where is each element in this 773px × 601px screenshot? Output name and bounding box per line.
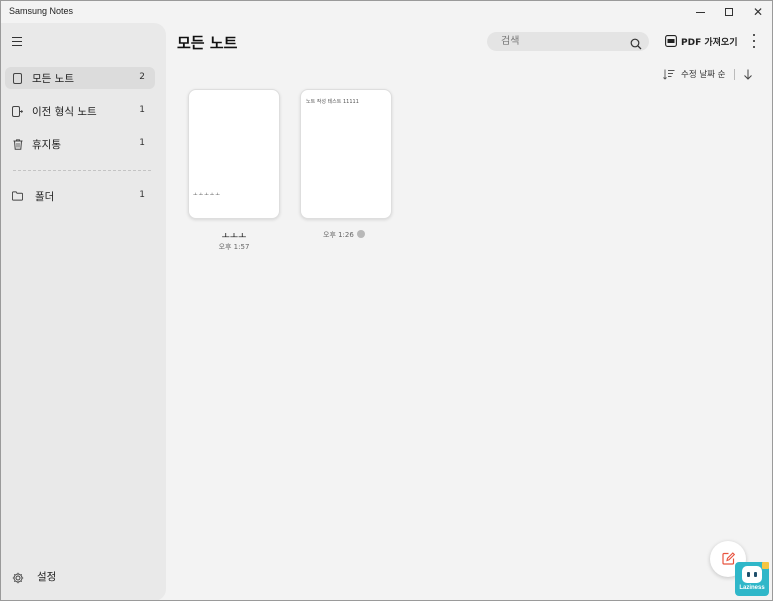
pdf-import-button[interactable]: PDF 가져오기 — [665, 34, 737, 49]
note-icon — [12, 72, 23, 84]
sort-option-label[interactable]: 수정 날짜 순 — [681, 68, 726, 80]
sidebar-item-label: 모든 노트 — [32, 73, 74, 85]
folder-icon — [12, 190, 23, 202]
sidebar-item-count: 1 — [139, 105, 145, 115]
pdf-icon — [665, 32, 677, 51]
app-window: Samsung Notes ✕ 모든 노트 2 이전 형식 노트 1 휴지통 1… — [0, 0, 773, 601]
sort-separator — [733, 68, 735, 80]
note-title: ㅗㅗㅗ — [221, 232, 247, 242]
app-title: Samsung Notes — [9, 6, 74, 16]
sort-icon[interactable] — [663, 65, 675, 84]
hamburger-icon[interactable] — [12, 37, 22, 46]
sidebar-item-label: 폴더 — [35, 191, 55, 203]
sidebar-item-all-notes[interactable]: 모든 노트 2 — [5, 67, 155, 89]
note-preview: 노트 작성 테스트 11111 — [306, 99, 359, 105]
edit-icon — [721, 550, 735, 569]
settings-button[interactable]: 설정 — [5, 565, 155, 587]
search-input[interactable] — [501, 34, 621, 49]
search-icon[interactable] — [630, 35, 642, 54]
note-preview: ㅗㅗㅗㅗㅗ — [193, 192, 222, 198]
star-icon — [762, 562, 769, 569]
sidebar-item-label: 휴지통 — [32, 139, 61, 151]
sidebar-item-count: 1 — [139, 190, 145, 200]
sidebar-item-count: 2 — [139, 72, 145, 82]
note-time: 오후 1:26 — [323, 231, 354, 239]
note-card[interactable]: ㅗㅗㅗㅗㅗ — [188, 89, 280, 219]
minimize-icon — [695, 11, 705, 13]
search-box — [487, 32, 649, 51]
close-button[interactable]: ✕ — [743, 1, 772, 23]
gear-icon — [12, 569, 24, 588]
sidebar-item-count: 1 — [139, 138, 145, 148]
sidebar-item-folder[interactable]: 폴더 1 — [5, 185, 155, 207]
laziness-badge: Laziness — [735, 562, 769, 596]
sidebar-item-legacy-notes[interactable]: 이전 형식 노트 1 — [5, 100, 155, 122]
note-time: 오후 1:57 — [218, 243, 250, 251]
arrow-down-icon[interactable] — [743, 65, 753, 84]
sidebar-item-trash[interactable]: 휴지통 1 — [5, 133, 155, 155]
trash-icon — [12, 138, 23, 150]
more-vertical-icon[interactable] — [749, 34, 759, 48]
note-card[interactable]: 노트 작성 테스트 11111 — [300, 89, 392, 219]
badge-label: Laziness — [739, 585, 765, 591]
maximize-button[interactable] — [714, 1, 744, 23]
sort-bar: 수정 날짜 순 — [663, 67, 753, 81]
close-icon: ✕ — [752, 5, 764, 19]
legacy-note-icon — [12, 105, 23, 117]
settings-label: 설정 — [37, 571, 57, 583]
maximize-icon — [725, 8, 733, 16]
sidebar: 모든 노트 2 이전 형식 노트 1 휴지통 1 폴더 1 설정 — [1, 23, 166, 600]
pdf-import-label: PDF 가져오기 — [681, 38, 738, 48]
sidebar-item-label: 이전 형식 노트 — [32, 106, 97, 118]
title-bar: Samsung Notes ✕ — [1, 1, 772, 23]
page-title: 모든 노트 — [177, 34, 238, 52]
sync-status-dot — [357, 230, 365, 238]
sidebar-divider — [13, 170, 151, 171]
robot-face-icon — [742, 566, 762, 583]
minimize-button[interactable] — [685, 1, 715, 23]
